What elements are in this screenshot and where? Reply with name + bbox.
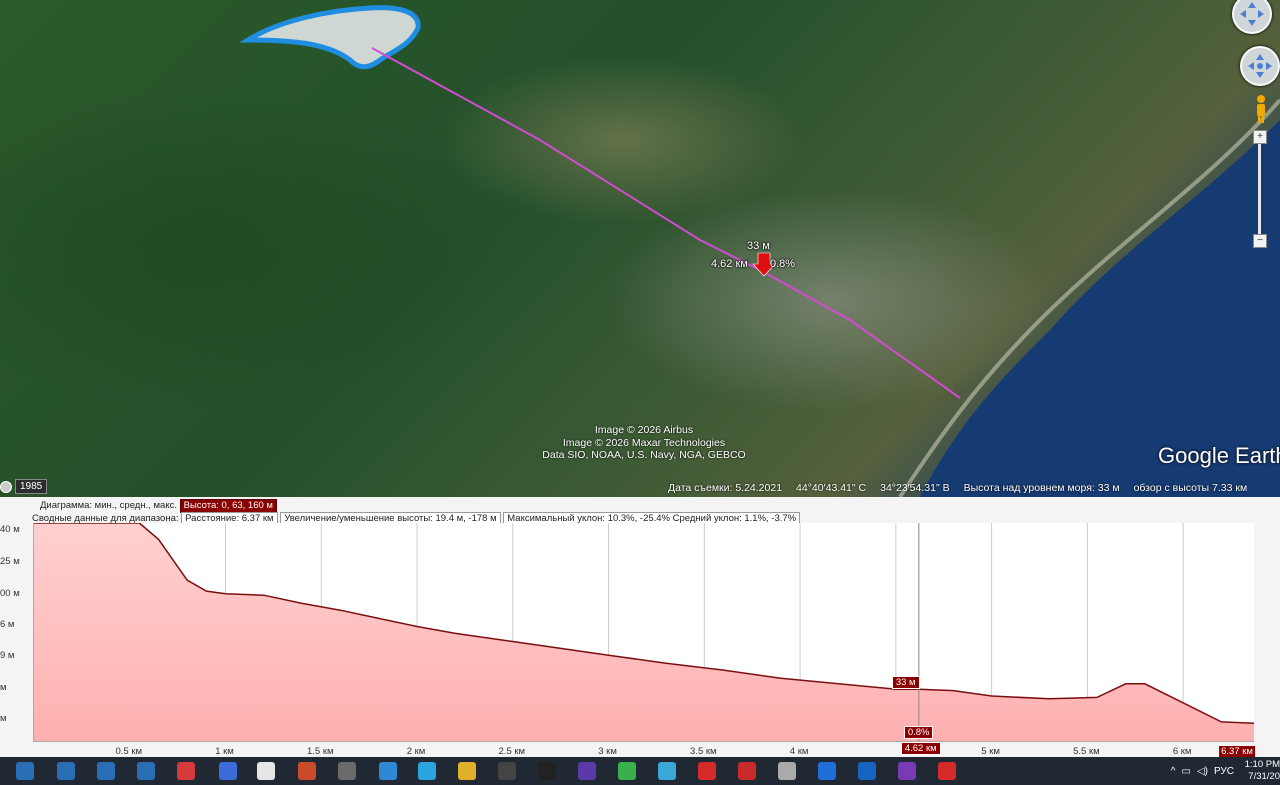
volume-icon[interactable]: ◁) (1197, 766, 1208, 777)
y-tick-label: 00 м (0, 588, 20, 599)
reservoir-outline (239, 5, 421, 70)
app-1-icon[interactable] (16, 762, 34, 780)
historical-year: 1985 (15, 479, 48, 494)
google-earth-logo: Google Earth (1158, 443, 1280, 468)
clock-icon (0, 480, 12, 493)
longitude: 34°23'54.31" В (880, 482, 950, 494)
y-tick-label: м (0, 713, 7, 724)
zoom-out-button[interactable]: − (1253, 234, 1267, 248)
imagery-attribution: Image © 2026 Airbus Image © 2026 Maxar T… (538, 424, 750, 462)
opera-icon[interactable] (698, 762, 716, 780)
move-arrows-icon (1248, 54, 1272, 78)
y-tick-label: 6 м (0, 619, 15, 630)
sea-area (920, 120, 1280, 497)
remote-icon[interactable] (379, 762, 397, 780)
capture-date: Дата съемки: 5.24.2021 (668, 482, 783, 494)
language-indicator[interactable]: РУС (1214, 766, 1234, 777)
chevron-up-icon[interactable]: ^ (1171, 766, 1176, 777)
taskbar: ^ ▭ ◁) РУС 1:10 PM 7/31/20 (0, 757, 1280, 785)
x-tick-label: 5 км (981, 746, 1000, 757)
x-tick-label: 5.5 км (1073, 746, 1100, 757)
marker-slope-label: 0.8% (770, 258, 796, 270)
look-around-control[interactable] (1232, 0, 1272, 34)
x-tick-label: 6 км (1172, 746, 1192, 757)
colors-icon[interactable] (177, 762, 195, 780)
height-summary[interactable]: Высота: 0, 63, 160 м (179, 499, 277, 513)
look-arrows-icon (1240, 2, 1264, 26)
document-icon[interactable] (257, 762, 275, 780)
telegram-icon[interactable] (418, 762, 436, 780)
marker-distance-label: 4.62 км (711, 258, 748, 270)
ur242-icon[interactable] (498, 762, 516, 780)
attribution-line: Data SIO, NOAA, U.S. Navy, NGA, GEBCO (542, 449, 746, 461)
pegman-icon[interactable] (1254, 94, 1268, 124)
x-tick-label: 2.5 км (498, 746, 526, 757)
x-end-label: 6.37 км (1219, 746, 1255, 757)
y-tick-label: 9 м (0, 650, 15, 661)
elevation-profile-panel: Диаграмма: мин., средн., макс. Высота: 0… (0, 497, 1280, 757)
edge-icon[interactable] (818, 762, 836, 780)
obs-icon[interactable] (538, 762, 556, 780)
eye-icon[interactable] (219, 762, 237, 780)
x-tick-label: 4 км (789, 746, 809, 757)
y-tick-label: 25 м (0, 556, 20, 567)
profile-chart-svg (34, 522, 1255, 741)
network-icon[interactable]: ▭ (1181, 766, 1190, 777)
x-tick-label: 0.5 км (115, 746, 143, 757)
media-icon[interactable] (578, 762, 596, 780)
clock-time: 1:10 PM (1244, 759, 1280, 770)
clock-date: 7/31/20 (1248, 771, 1280, 782)
eye-altitude: обзор с высоты 7.33 км (1133, 482, 1248, 494)
elevation: Высота над уровнем моря: 33 м (963, 482, 1120, 494)
x-tick-label: 2 км (406, 746, 426, 757)
latitude: 44°40'43.41" С (796, 482, 867, 494)
taskbar-clock[interactable]: 1:10 PM 7/31/20 (1240, 759, 1280, 783)
app-4-icon[interactable] (137, 762, 155, 780)
profile-summary-row: Диаграмма: мин., средн., макс. Высота: 0… (40, 499, 277, 513)
x-tick-label: 1 км (215, 746, 234, 757)
attribution-line: Image © 2026 Maxar Technologies (562, 436, 726, 449)
tool-icon[interactable] (458, 762, 476, 780)
app-3-icon[interactable] (97, 762, 115, 780)
zoom-track[interactable] (1258, 144, 1261, 234)
scaner-icon[interactable] (738, 762, 756, 780)
map-view[interactable]: 33 м 4.62 км 0.8% Image © 2026 Airbus Im… (0, 0, 1280, 497)
marker-elevation-badge: 33 м (891, 676, 920, 690)
x-tick-label: 1.5 км (307, 746, 334, 757)
app-2-icon[interactable] (57, 762, 75, 780)
historical-imagery-control[interactable]: 1985 (0, 479, 48, 494)
calendar-icon[interactable] (338, 762, 356, 780)
edge2-icon[interactable] (858, 762, 876, 780)
marker-slope-badge: 0.8% (903, 726, 934, 739)
attribution-line: Image © 2026 Airbus (594, 424, 694, 436)
map-statusbar: Дата съемки: 5.24.2021 44°40'43.41" С 34… (668, 480, 1280, 496)
browser-g-icon[interactable] (778, 762, 796, 780)
profile-chart[interactable] (33, 522, 1255, 742)
elevation-area (34, 523, 1254, 741)
image-icon[interactable] (658, 762, 676, 780)
move-control[interactable] (1240, 46, 1280, 86)
map-overlay (239, 5, 1280, 497)
shield-icon[interactable] (298, 762, 316, 780)
arrow-icon[interactable] (938, 762, 956, 780)
path-line (371, 47, 961, 399)
summary-label: Диаграмма: мин., средн., макс. (40, 500, 177, 511)
y-tick-label: 40 м (0, 524, 20, 535)
y-tick-label: м (0, 682, 7, 693)
gem-icon[interactable] (898, 762, 916, 780)
marker-elevation-label: 33 м (747, 240, 770, 252)
zoom-slider[interactable]: + − (1253, 130, 1267, 248)
system-tray: ^ ▭ ◁) РУС (1171, 757, 1234, 785)
marker-distance-badge: 4.62 км (900, 742, 941, 755)
zoom-in-button[interactable]: + (1253, 130, 1267, 144)
x-tick-label: 3 км (598, 746, 617, 757)
qgis-icon[interactable] (618, 762, 636, 780)
x-tick-label: 3.5 км (690, 746, 717, 757)
